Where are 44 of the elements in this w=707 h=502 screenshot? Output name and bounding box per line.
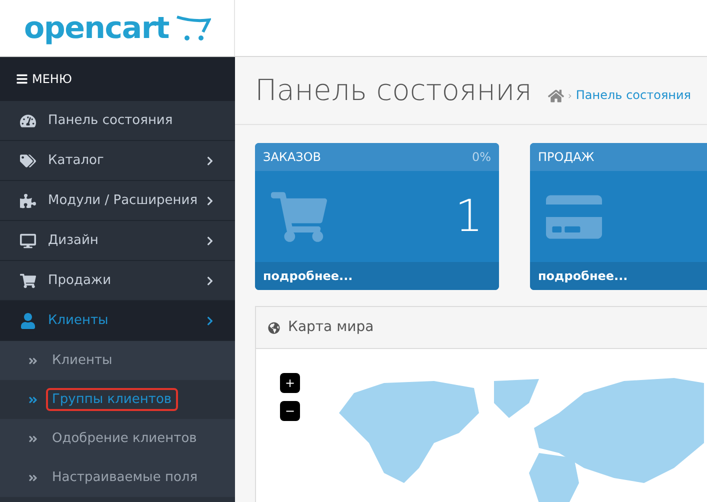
chevron-icon [205, 316, 215, 326]
dashboard-icon [20, 112, 36, 128]
globe-icon [268, 322, 280, 334]
chevron-icon [205, 276, 215, 286]
menu-item[interactable]: Клиенты [0, 301, 235, 341]
monitor-icon [20, 232, 36, 248]
chevron-icon [205, 236, 215, 246]
puzzle-icon [20, 192, 36, 208]
chevron-icon [205, 156, 215, 166]
menu-label: Дизайн [48, 232, 98, 250]
submenu-item[interactable]: Одобрение клиентов [0, 419, 235, 458]
breadcrumb-link[interactable]: Панель состояния [576, 86, 692, 104]
submenu-item[interactable]: Клиенты [0, 341, 235, 380]
double-chevron-icon [28, 394, 38, 404]
logo-text: opencart [24, 10, 169, 48]
zoom-out-button[interactable]: − [280, 401, 300, 421]
chevron-icon [205, 196, 215, 206]
submenu-item[interactable]: Настраиваемые поля [0, 458, 235, 497]
tile-percent: 0% [472, 149, 491, 166]
menu-label: Каталог [48, 152, 104, 170]
tile-title: ПРОДАЖ [538, 149, 594, 166]
menu-label: Продажи [48, 272, 112, 290]
menu-icon [16, 73, 28, 85]
panel-title: Карта мира [288, 318, 374, 337]
menu-label: Модули / Расширения [48, 192, 198, 210]
home-icon[interactable] [548, 88, 564, 104]
submenu-label: Группы клиентов [46, 388, 178, 412]
menu-label: Панель состояния [48, 112, 173, 130]
double-chevron-icon [28, 472, 38, 482]
tile-title: ЗАКАЗОВ [263, 149, 322, 166]
menu-label: Клиенты [48, 312, 108, 330]
page-title: Панель состояния [255, 72, 532, 108]
submenu-label: Одобрение клиентов [51, 430, 198, 448]
breadcrumb-separator: › [568, 90, 572, 104]
double-chevron-icon [28, 356, 38, 366]
user-icon [20, 312, 36, 328]
double-chevron-icon [28, 434, 38, 444]
tag-icon [20, 152, 36, 168]
zoom-in-button[interactable]: + [280, 373, 300, 393]
submenu-label: Клиенты [51, 352, 114, 370]
submenu-label: Настраиваемые поля [51, 468, 199, 487]
tile-value: 1 [455, 190, 483, 244]
menu-title: МЕНЮ [32, 71, 72, 88]
cart-icon [20, 272, 36, 288]
